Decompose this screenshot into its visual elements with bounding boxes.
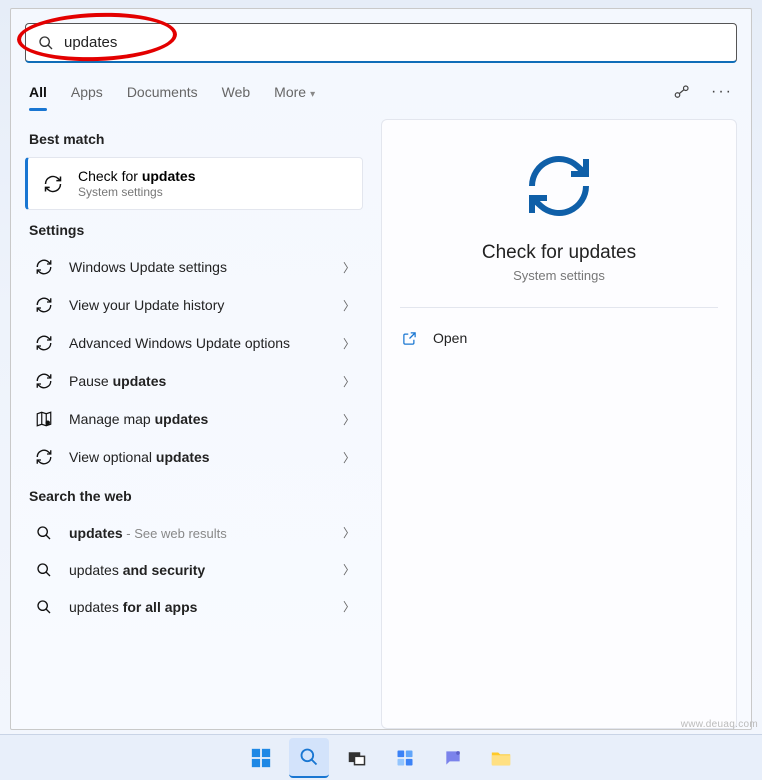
divider [400,307,718,308]
detail-pane: Check for updates System settings Open [381,119,737,729]
task-view-button[interactable] [337,738,377,778]
best-match-heading: Best match [29,131,359,147]
best-match-result[interactable]: Check for updates System settings [25,157,363,210]
item-label: updates - See web results [69,525,343,541]
chevron-right-icon: 〉 [343,411,355,428]
best-match-subtitle: System settings [78,185,196,199]
web-item[interactable]: updates and security 〉 [25,551,363,588]
chevron-right-icon: 〉 [343,259,355,276]
item-icon [33,410,55,428]
item-label: View optional updates [69,449,343,465]
search-icon [33,525,55,541]
sync-icon [42,174,64,194]
search-box[interactable] [25,23,737,63]
item-label: View your Update history [69,297,343,313]
results-list: Best match Check for updates System sett… [25,119,363,729]
tab-documents[interactable]: Documents [127,84,198,110]
start-button[interactable] [241,738,281,778]
chevron-right-icon: 〉 [343,449,355,466]
search-panel: All Apps Documents Web More▾ ··· Best ma… [10,8,752,730]
open-icon [402,331,417,346]
chevron-right-icon: 〉 [343,524,355,541]
item-icon [33,258,55,276]
chevron-down-icon: ▾ [310,89,315,100]
watermark: www.deuaq.com [681,719,758,730]
item-icon [33,334,55,352]
web-items: updates - See web results 〉 updates and … [25,514,363,625]
chat-button[interactable] [433,738,473,778]
settings-item[interactable]: View optional updates 〉 [25,438,363,476]
file-explorer-button[interactable] [481,738,521,778]
search-input[interactable] [64,34,724,51]
item-label: updates and security [69,562,343,578]
chevron-right-icon: 〉 [343,561,355,578]
chevron-right-icon: 〉 [343,373,355,390]
web-item[interactable]: updates for all apps 〉 [25,588,363,625]
settings-item[interactable]: View your Update history 〉 [25,286,363,324]
more-options-icon[interactable]: ··· [711,83,733,101]
settings-item[interactable]: Advanced Windows Update options 〉 [25,324,363,362]
item-label: Manage map updates [69,411,343,427]
chevron-right-icon: 〉 [343,297,355,314]
detail-subtitle: System settings [513,268,605,283]
item-icon [33,296,55,314]
search-icon [33,599,55,615]
detail-title: Check for updates [482,242,636,264]
item-label: updates for all apps [69,599,343,615]
web-heading: Search the web [29,488,359,504]
settings-item[interactable]: Windows Update settings 〉 [25,248,363,286]
tab-more[interactable]: More▾ [274,84,315,110]
search-icon [38,35,54,51]
web-item[interactable]: updates - See web results 〉 [25,514,363,551]
settings-heading: Settings [29,222,359,238]
chevron-right-icon: 〉 [343,598,355,615]
share-across-devices-icon[interactable] [673,83,691,101]
search-icon [33,562,55,578]
item-icon [33,372,55,390]
chevron-right-icon: 〉 [343,335,355,352]
taskbar [0,734,762,780]
item-icon [33,448,55,466]
tab-apps[interactable]: Apps [71,84,103,110]
open-action[interactable]: Open [400,326,718,350]
item-label: Windows Update settings [69,259,343,275]
sync-large-icon [523,150,595,222]
settings-item[interactable]: Pause updates 〉 [25,362,363,400]
settings-items: Windows Update settings 〉 View your Upda… [25,248,363,476]
filter-tabs: All Apps Documents Web More▾ ··· [25,83,737,111]
tab-web[interactable]: Web [222,84,251,110]
open-label: Open [433,330,467,346]
settings-item[interactable]: Manage map updates 〉 [25,400,363,438]
search-taskbar-button[interactable] [289,738,329,778]
item-label: Advanced Windows Update options [69,335,343,351]
tab-all[interactable]: All [29,84,47,110]
best-match-title: Check for updates [78,168,196,184]
item-label: Pause updates [69,373,343,389]
widgets-button[interactable] [385,738,425,778]
